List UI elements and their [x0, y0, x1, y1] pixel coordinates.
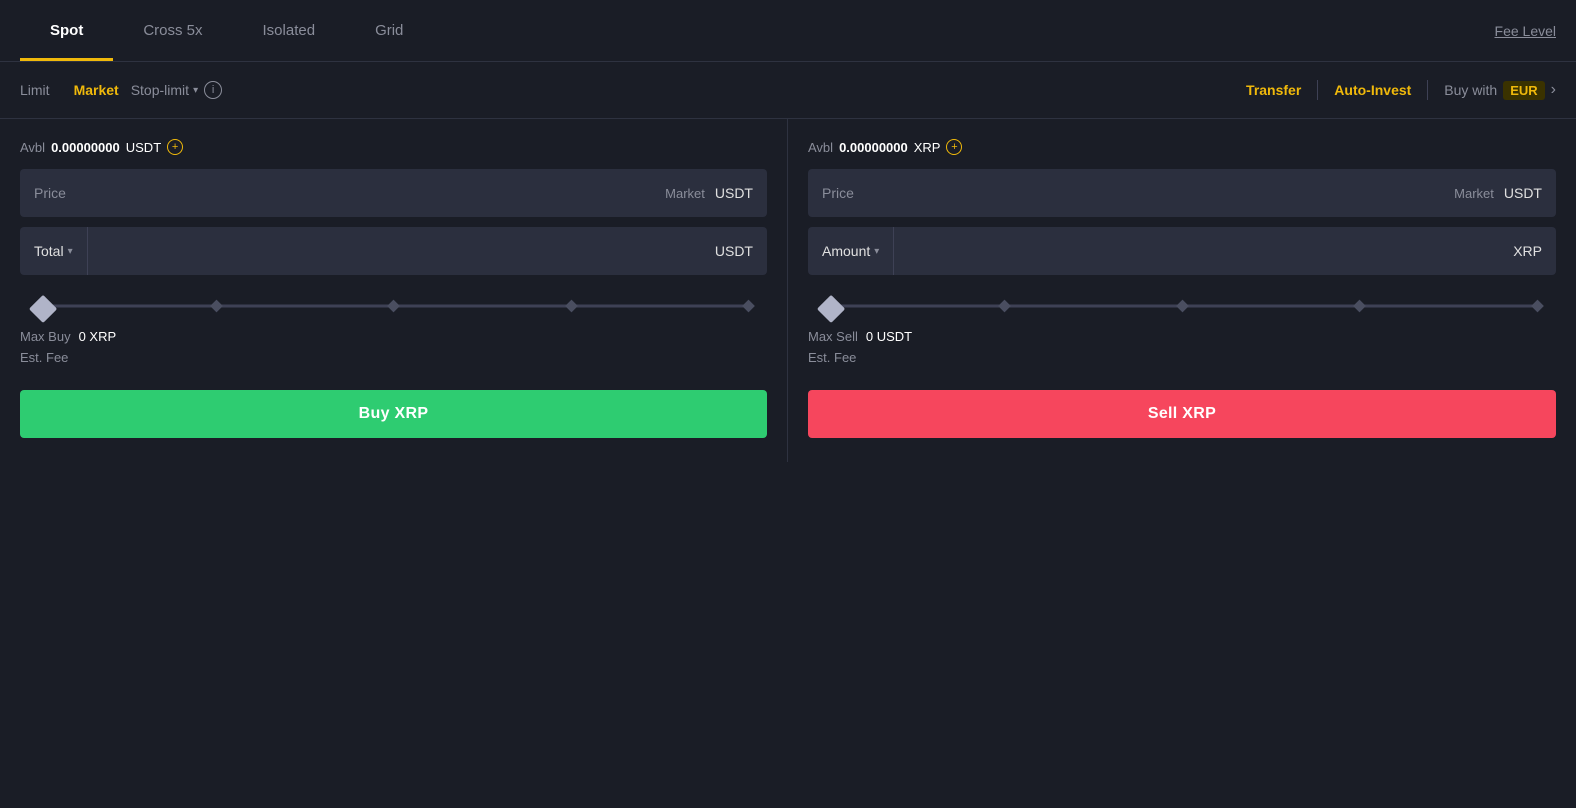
tab-grid[interactable]: Grid — [345, 0, 433, 61]
sell-slider-ticks — [822, 302, 1542, 311]
stop-limit-chevron-icon: ▾ — [193, 85, 198, 96]
order-type-limit[interactable]: Limit — [20, 76, 62, 104]
buy-avbl-add-icon[interactable]: + — [167, 139, 183, 155]
buy-slider-handle[interactable] — [29, 295, 57, 323]
sell-max-row: Max Sell 0 USDT — [808, 329, 1556, 344]
sell-avbl-add-icon[interactable]: + — [946, 139, 962, 155]
sell-amount-currency: XRP — [1499, 243, 1556, 259]
sell-max-label: Max Sell — [808, 329, 858, 344]
buy-tick-50 — [387, 300, 400, 313]
sell-avbl-label: Avbl — [808, 140, 833, 155]
order-type-stop-limit-group[interactable]: Stop-limit ▾ — [131, 82, 198, 98]
tab-bar: Spot Cross 5x Isolated Grid Fee Level — [0, 0, 1576, 62]
buy-slider-ticks — [34, 302, 753, 311]
fee-level-link[interactable]: Fee Level — [1495, 0, 1556, 61]
buy-slider[interactable] — [20, 291, 767, 321]
sell-max-value: 0 USDT — [866, 329, 912, 344]
buy-max-value: 0 XRP — [79, 329, 117, 344]
buy-total-field[interactable]: Total ▾ USDT — [20, 227, 767, 275]
sell-est-fee-label: Est. Fee — [808, 350, 856, 365]
auto-invest-button[interactable]: Auto-Invest — [1334, 82, 1411, 98]
sell-tick-100 — [1531, 300, 1544, 313]
sell-tick-25 — [998, 300, 1011, 313]
sell-avbl-amount: 0.00000000 — [839, 140, 908, 155]
buy-price-currency: USDT — [715, 185, 753, 201]
buy-total-currency: USDT — [701, 243, 767, 259]
chevron-right-icon: › — [1551, 81, 1556, 99]
transfer-button[interactable]: Transfer — [1246, 82, 1301, 98]
buy-est-fee-row: Est. Fee — [20, 350, 767, 370]
tab-spot[interactable]: Spot — [20, 0, 113, 61]
buy-max-label: Max Buy — [20, 329, 71, 344]
buy-tick-25 — [210, 300, 223, 313]
sell-price-market-tag: Market — [1454, 186, 1494, 201]
sell-amount-label: Amount — [822, 243, 870, 259]
sell-tick-75 — [1353, 300, 1366, 313]
buy-total-label: Total — [34, 243, 64, 259]
eur-badge: EUR — [1503, 81, 1544, 100]
sell-est-fee-row: Est. Fee — [808, 350, 1556, 370]
sell-slider-handle[interactable] — [817, 295, 845, 323]
sell-price-label: Price — [822, 185, 1454, 201]
sell-amount-label-group[interactable]: Amount ▾ — [808, 227, 894, 275]
order-type-market[interactable]: Market — [62, 76, 131, 104]
sell-button[interactable]: Sell XRP — [808, 390, 1556, 438]
order-type-bar: Limit Market Stop-limit ▾ i Transfer Aut… — [0, 62, 1576, 119]
sell-amount-field[interactable]: Amount ▾ XRP — [808, 227, 1556, 275]
divider2 — [1427, 80, 1428, 100]
buy-total-label-group[interactable]: Total ▾ — [20, 227, 88, 275]
buy-avbl-currency: USDT — [126, 140, 161, 155]
buy-total-arrow-icon: ▾ — [68, 246, 73, 257]
trading-panels: Avbl 0.00000000 USDT + Price Market USDT… — [0, 119, 1576, 462]
info-icon[interactable]: i — [204, 81, 222, 99]
buy-price-label: Price — [34, 185, 665, 201]
buy-with-group[interactable]: Buy with EUR › — [1444, 81, 1556, 100]
buy-price-field[interactable]: Price Market USDT — [20, 169, 767, 217]
buy-avbl-row: Avbl 0.00000000 USDT + — [20, 139, 767, 155]
sell-avbl-row: Avbl 0.00000000 XRP + — [808, 139, 1556, 155]
sell-amount-arrow-icon: ▾ — [874, 246, 879, 257]
buy-tick-75 — [565, 300, 578, 313]
right-actions: Transfer Auto-Invest Buy with EUR › — [1246, 80, 1556, 100]
buy-tick-100 — [742, 300, 755, 313]
divider — [1317, 80, 1318, 100]
buy-est-fee-label: Est. Fee — [20, 350, 68, 365]
buy-max-row: Max Buy 0 XRP — [20, 329, 767, 344]
buy-avbl-amount: 0.00000000 — [51, 140, 120, 155]
buy-avbl-label: Avbl — [20, 140, 45, 155]
buy-price-market-tag: Market — [665, 186, 705, 201]
buy-panel: Avbl 0.00000000 USDT + Price Market USDT… — [0, 119, 788, 462]
order-type-stop-limit: Stop-limit — [131, 82, 189, 98]
sell-avbl-currency: XRP — [914, 140, 941, 155]
sell-tick-50 — [1176, 300, 1189, 313]
sell-price-currency: USDT — [1504, 185, 1542, 201]
sell-price-field[interactable]: Price Market USDT — [808, 169, 1556, 217]
tab-isolated[interactable]: Isolated — [233, 0, 346, 61]
buy-button[interactable]: Buy XRP — [20, 390, 767, 438]
sell-slider[interactable] — [808, 291, 1556, 321]
tab-cross5x[interactable]: Cross 5x — [113, 0, 232, 61]
sell-panel: Avbl 0.00000000 XRP + Price Market USDT … — [788, 119, 1576, 462]
buy-with-label: Buy with — [1444, 82, 1497, 98]
